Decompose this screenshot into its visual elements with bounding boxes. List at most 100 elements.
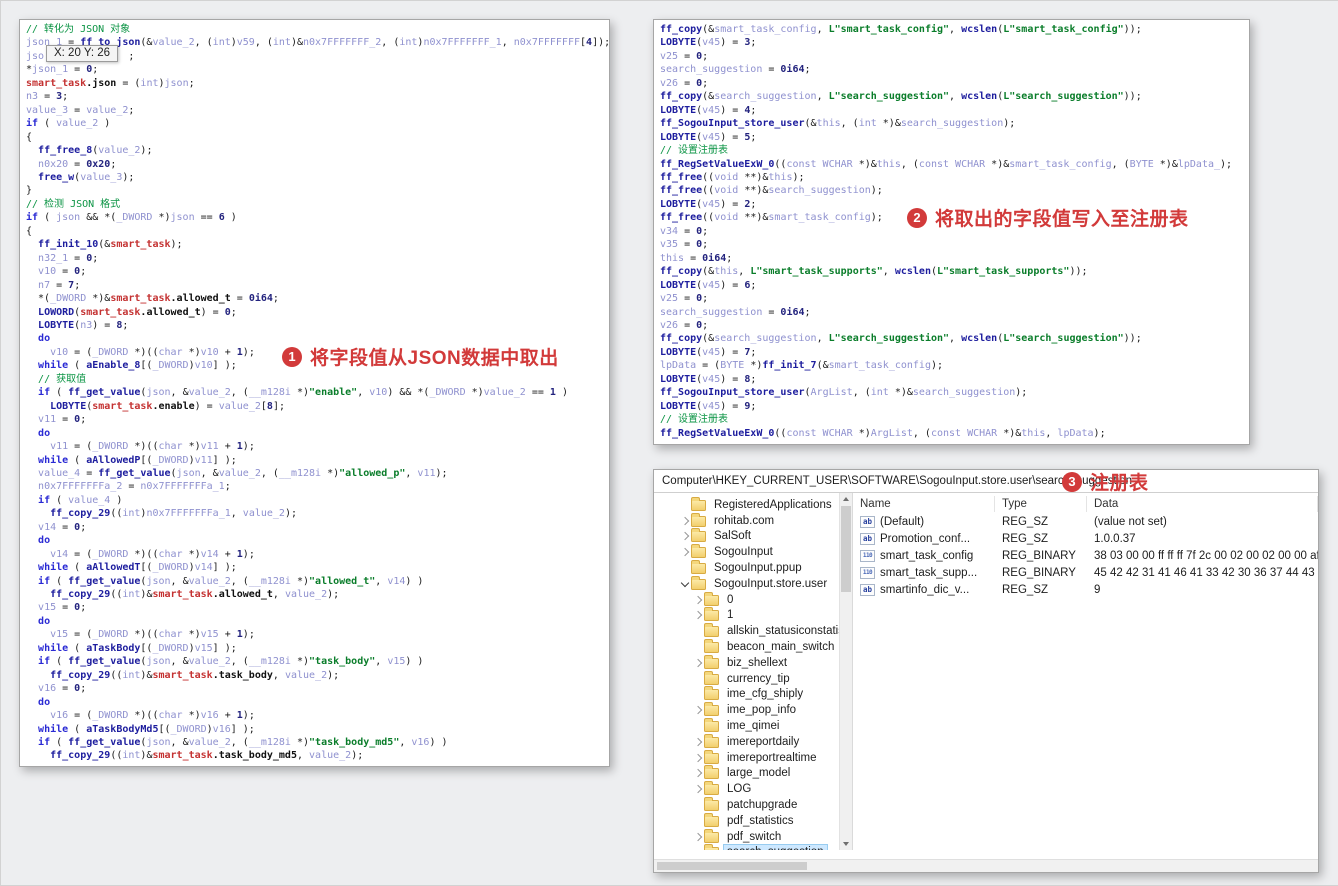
registry-value-row[interactable]: 110 smart_task_supp... REG_BINARY 45 42 42 … xyxy=(853,564,1318,581)
code-line: ff_RegSetValueExW_0((const WCHAR *)&this… xyxy=(660,158,1233,170)
tree-item[interactable]: RegisteredApplications xyxy=(654,496,852,513)
code-line: LOBYTE(v45) = 5; xyxy=(660,131,757,143)
chevron-right-icon[interactable] xyxy=(691,769,704,778)
tree-item[interactable]: ime_cfg_shiply xyxy=(654,686,852,703)
folder-icon xyxy=(704,686,719,701)
folder-icon xyxy=(704,797,719,812)
tree-item-label: LOG xyxy=(727,783,752,796)
chevron-right-icon[interactable] xyxy=(691,832,704,841)
column-header-type[interactable]: Type xyxy=(995,496,1087,512)
tree-item[interactable]: 1 xyxy=(654,607,852,624)
tree-item[interactable]: imereportdaily xyxy=(654,733,852,750)
tree-item[interactable]: 0 xyxy=(654,591,852,608)
tree-item[interactable]: allskin_statusiconstatis xyxy=(654,623,852,639)
reg-sz-icon: ab xyxy=(860,532,875,545)
chevron-right-icon[interactable] xyxy=(691,611,704,620)
tree-item[interactable]: SogouInput.store.user xyxy=(654,575,852,592)
chevron-right-icon[interactable] xyxy=(691,753,704,762)
registry-tree[interactable]: RegisteredApplications rohitab.com SalSoft… xyxy=(654,493,853,850)
folder-icon xyxy=(704,812,719,827)
decompiled-code-extract[interactable]: // 转化为 JSON 对象 json_1 = ff_to_json(&value… xyxy=(20,20,609,766)
code-line: ff_SogouInput_store_user(&this, (int *)&… xyxy=(660,118,1016,130)
code-line: v25 = 0; xyxy=(660,50,709,62)
tree-item[interactable]: beacon_main_switch xyxy=(654,639,852,655)
code-line: do xyxy=(38,427,51,439)
chevron-right-icon[interactable] xyxy=(691,784,704,794)
tree-item[interactable]: biz_shellext xyxy=(654,654,852,671)
code-line: ff_copy_29((int)&smart_task.allowed_t, v… xyxy=(50,589,340,601)
scroll-down-icon[interactable] xyxy=(840,838,852,850)
chevron-right-icon[interactable] xyxy=(691,706,704,715)
code-line: ff_free((void **)&this); xyxy=(660,171,805,183)
annotation-2-text: 将取出的字段值写入至注册表 xyxy=(935,209,1189,230)
code-line: if ( value_4 ) xyxy=(38,494,123,506)
code-line: search_suggestion = 0i64; xyxy=(660,306,811,318)
tree-item[interactable]: pdf_statistics xyxy=(654,812,852,829)
tree-item[interactable]: currency_tip xyxy=(654,670,852,687)
decompiled-code-write[interactable]: ff_copy(&smart_task_config, L"smart_task… xyxy=(654,20,1249,444)
code-line: v11 = (_DWORD *)((char *)v11 + 1); xyxy=(50,441,255,453)
code-line: ff_SogouInput_store_user(ArgList, (int *… xyxy=(660,387,1028,399)
code-line: ff_init_10(&smart_task); xyxy=(38,239,183,251)
code-line: this = 0i64; xyxy=(660,252,733,264)
code-line: LOWORD(smart_task.allowed_t) = 0; xyxy=(38,306,237,318)
registry-value-row[interactable]: ab (Default) REG_SZ (value not set) xyxy=(853,513,1318,530)
folder-icon xyxy=(704,749,719,764)
registry-value-row[interactable]: ab smartinfo_dic_v... REG_SZ 9 xyxy=(853,581,1318,598)
tree-scrollbar[interactable] xyxy=(839,493,852,850)
tree-item[interactable]: search_suggestion xyxy=(654,844,852,850)
code-line: ff_copy(&smart_task_config, L"smart_task… xyxy=(660,24,1142,35)
horizontal-scrollbar-thumb[interactable] xyxy=(657,862,807,870)
code-line: v11 = 0; xyxy=(38,414,87,426)
registry-horizontal-scrollbar[interactable] xyxy=(654,859,1318,872)
column-header-name[interactable]: Name xyxy=(853,496,995,512)
tree-scrollbar-thumb[interactable] xyxy=(841,506,851,592)
code-line: ff_RegSetValueExW_0((const WCHAR *)ArgLi… xyxy=(660,427,1106,439)
tree-item-label: biz_shellext xyxy=(727,656,788,669)
tree-item[interactable]: SogouInput.ppup xyxy=(654,560,852,576)
registry-address-bar[interactable]: Computer\HKEY_CURRENT_USER\SOFTWARE\Sogo… xyxy=(654,470,1318,493)
code-line: if ( value_2 ) xyxy=(26,118,111,130)
column-header-data[interactable]: Data xyxy=(1087,496,1318,512)
code-line: ff_copy_29((int)n0x7FFFFFFFa_1, value_2)… xyxy=(50,508,297,520)
tree-item[interactable]: SogouInput xyxy=(654,544,852,560)
chevron-down-icon[interactable] xyxy=(678,578,691,588)
code-line: v35 = 0; xyxy=(660,239,709,251)
code-line: if ( ff_get_value(json, &value_2, (__m12… xyxy=(38,575,424,587)
folder-icon xyxy=(691,560,706,575)
tree-item[interactable]: LOG xyxy=(654,781,852,797)
tree-item[interactable]: rohitab.com xyxy=(654,512,852,529)
folder-icon xyxy=(691,544,706,559)
value-data-cell: 1.0.0.37 xyxy=(1094,532,1136,545)
tree-item[interactable]: large_model xyxy=(654,765,852,782)
code-line: ff_copy_29((int)&smart_task.task_body, v… xyxy=(50,669,340,681)
code-line: // 转化为 JSON 对象 xyxy=(26,24,131,35)
chevron-right-icon[interactable] xyxy=(678,532,691,541)
tree-item-label: SogouInput.store.user xyxy=(714,577,828,590)
tree-item[interactable]: SalSoft xyxy=(654,528,852,545)
chevron-right-icon[interactable] xyxy=(691,737,704,747)
code-line: } xyxy=(26,185,33,197)
value-type-cell: REG_SZ xyxy=(1002,583,1049,596)
code-line: LOBYTE(v45) = 4; xyxy=(660,104,757,116)
tree-item[interactable]: patchupgrade xyxy=(654,797,852,813)
reg-sz-icon: ab xyxy=(860,515,875,528)
tree-item[interactable]: pdf_switch xyxy=(654,828,852,845)
chevron-right-icon[interactable] xyxy=(691,595,704,604)
code-line: if ( json && *(_DWORD *)json == 6 ) xyxy=(26,212,237,224)
registry-value-row[interactable]: 110 smart_task_config REG_BINARY 38 03 00 0… xyxy=(853,547,1318,564)
tree-item[interactable]: ime_pop_info xyxy=(654,702,852,718)
chevron-right-icon[interactable] xyxy=(678,548,691,557)
code-line: if ( ff_get_value(json, &value_2, (__m12… xyxy=(38,737,448,749)
scroll-up-icon[interactable] xyxy=(840,493,852,505)
code-line: if ( ff_get_value(json, &value_2, (__m12… xyxy=(38,656,424,668)
tree-item[interactable]: ime_qimei xyxy=(654,718,852,734)
chevron-right-icon[interactable] xyxy=(691,658,704,668)
chevron-right-icon[interactable] xyxy=(678,516,691,525)
registry-value-row[interactable]: ab Promotion_conf... REG_SZ 1.0.0.37 xyxy=(853,530,1318,547)
tree-item[interactable]: imereportrealtime xyxy=(654,749,852,766)
annotation-3-text: 注册表 xyxy=(1090,473,1149,494)
code-line: ff_copy(&search_suggestion, L"search_sug… xyxy=(660,333,1142,345)
annotation-2: 2 将取出的字段值写入至注册表 xyxy=(907,204,1189,231)
code-line: value_4 = ff_get_value(json, &value_2, (… xyxy=(38,467,448,479)
